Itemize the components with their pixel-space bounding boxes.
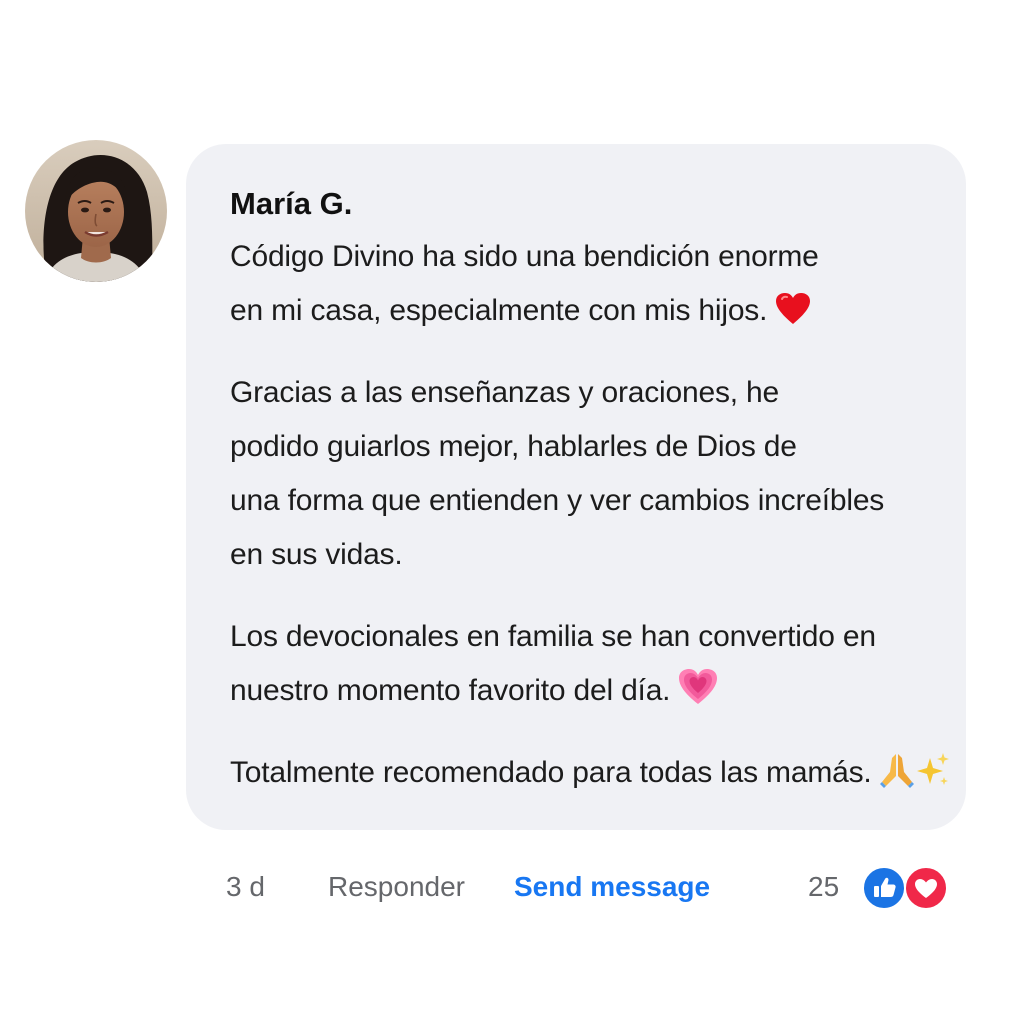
comment-line: Gracias a las enseñanzas y oraciones, he	[230, 376, 779, 409]
comment-paragraph: Los devocionales en familia se han conve…	[230, 610, 926, 718]
send-message-button[interactable]: Send message	[514, 864, 710, 910]
avatar[interactable]	[25, 140, 167, 282]
growing-heart-icon	[678, 668, 718, 706]
comment-timestamp[interactable]: 3 d	[226, 864, 265, 910]
comment-line: Los devocionales en familia se han conve…	[230, 620, 876, 653]
comment-author[interactable]: María G.	[230, 184, 926, 224]
reaction-count[interactable]: 25	[808, 864, 839, 910]
comment-line-text: en mi casa, especialmente con mis hijos.	[230, 294, 768, 327]
comment-line: en mi casa, especialmente con mis hijos.	[230, 284, 926, 338]
comment-line: nuestro momento favorito del día.	[230, 664, 926, 718]
avatar-portrait	[25, 140, 167, 282]
comment-line-text: Totalmente recomendado para todas las ma…	[230, 756, 872, 789]
comment-paragraph: Código Divino ha sido una bendición enor…	[230, 230, 926, 338]
reactions-summary[interactable]	[862, 866, 948, 910]
comment-line-text: nuestro momento favorito del día.	[230, 674, 671, 707]
comment-paragraph: Totalmente recomendado para todas las ma…	[230, 746, 949, 800]
like-icon	[862, 866, 906, 910]
comment-line: Totalmente recomendado para todas las ma…	[230, 746, 949, 800]
love-icon	[904, 866, 948, 910]
comment-line: en sus vidas.	[230, 538, 403, 571]
comment-paragraph: Gracias a las enseñanzas y oraciones, he…	[230, 366, 926, 582]
praying-hands-icon	[879, 752, 914, 788]
reply-button[interactable]: Responder	[328, 864, 465, 910]
red-heart-icon	[775, 292, 811, 326]
comment-line: podido guiarlos mejor, hablarles de Dios…	[230, 430, 797, 463]
comment-line: Código Divino ha sido una bendición enor…	[230, 240, 819, 273]
sparkles-icon	[916, 752, 950, 788]
comment-bubble: María G. Código Divino ha sido una bendi…	[186, 144, 966, 830]
comment-line: una forma que entienden y ver cambios in…	[230, 484, 885, 517]
